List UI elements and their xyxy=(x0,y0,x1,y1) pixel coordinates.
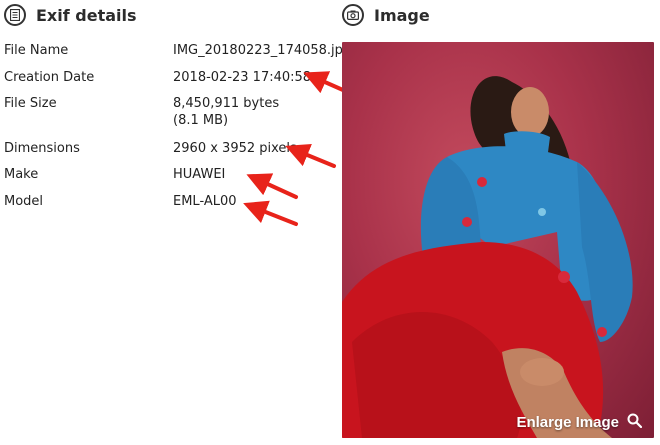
exif-details-title: Exif details xyxy=(36,5,137,25)
exif-details-header: Exif details xyxy=(4,4,137,26)
exif-value: 2018-02-23 17:40:58 xyxy=(173,70,312,85)
exif-value: 2960 x 3952 pixels xyxy=(173,141,297,156)
exif-value: IMG_20180223_174058.jpg xyxy=(173,43,352,58)
exif-value: 8,450,911 bytes (8.1 MB) xyxy=(173,96,280,128)
exif-value: HUAWEI xyxy=(173,167,226,182)
exif-value: EML-AL00 xyxy=(173,194,237,209)
enlarge-image-button[interactable]: Enlarge Image xyxy=(516,413,643,432)
photo-illustration xyxy=(342,76,633,438)
arrow-model xyxy=(243,200,298,226)
image-title: Image xyxy=(374,5,430,25)
exif-label: Model xyxy=(4,194,44,209)
exif-label: File Name xyxy=(4,43,69,58)
exif-label: Dimensions xyxy=(4,141,80,156)
enlarge-image-label: Enlarge Image xyxy=(516,414,619,431)
exif-photo[interactable]: Enlarge Image xyxy=(342,42,654,438)
document-icon xyxy=(4,4,26,26)
exif-label: File Size xyxy=(4,96,57,111)
search-icon xyxy=(627,413,643,432)
image-header: Image xyxy=(342,4,430,26)
exif-label: Creation Date xyxy=(4,70,95,85)
camera-icon xyxy=(342,4,364,26)
exif-label: Make xyxy=(4,167,39,182)
